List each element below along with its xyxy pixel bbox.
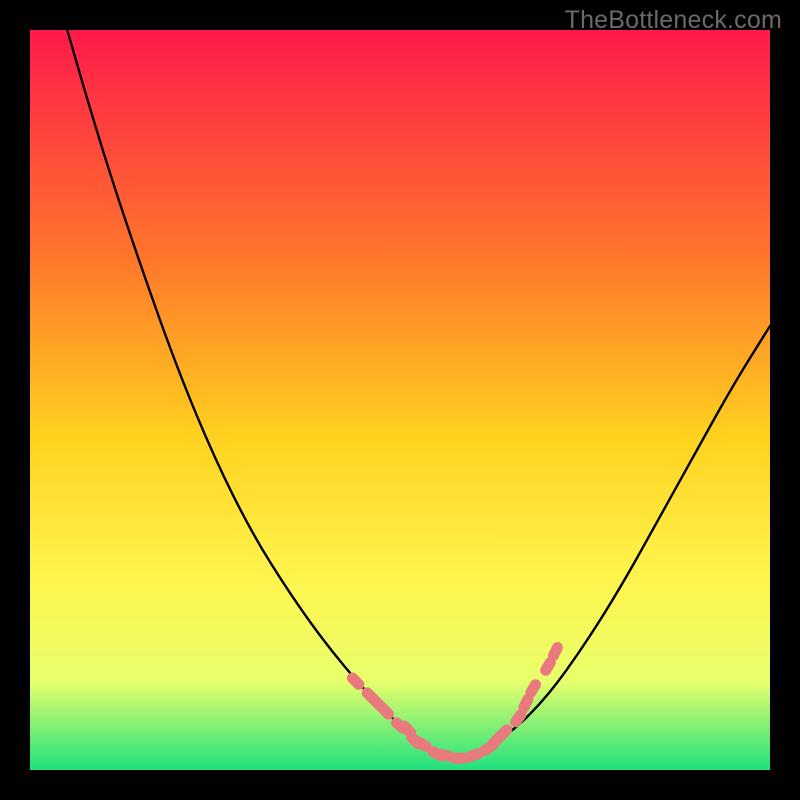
chart-svg	[30, 30, 770, 770]
plot-area	[30, 30, 770, 770]
gradient-background	[30, 30, 770, 770]
watermark-text: TheBottleneck.com	[565, 6, 782, 35]
chart-frame: TheBottleneck.com	[0, 0, 800, 800]
